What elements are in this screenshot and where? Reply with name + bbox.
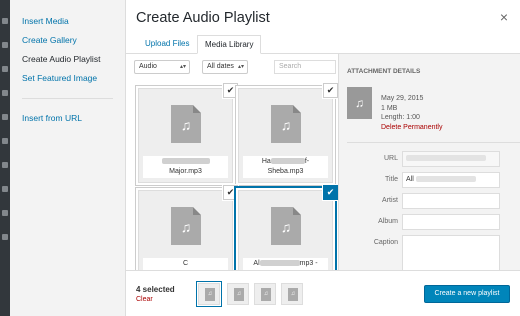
audio-file-icon: ♫ xyxy=(271,105,301,143)
media-modal: Insert Media Create Gallery Create Audio… xyxy=(10,0,520,316)
selection-thumbnail[interactable]: ♫ xyxy=(227,283,249,305)
checkmark-icon[interactable]: ✔ xyxy=(323,185,338,200)
attachment-filename: C xyxy=(143,258,228,270)
media-type-filter[interactable]: Audio ▴▾ xyxy=(134,60,190,74)
media-toolbar-bottom: 4 selected Clear ♫ ♫ ♫ ♫ Create a new pl… xyxy=(126,270,520,316)
upload-date: May 29, 2015 xyxy=(381,95,424,102)
chevron-down-icon: ▴▾ xyxy=(179,64,186,70)
attachment-filename: Major.mp3 xyxy=(143,156,228,178)
audio-file-icon: ♫ xyxy=(271,207,301,245)
attachments-grid: ♫ Major.mp3 ✔ ♫ Ha f- Sheba.mp3 ✔ ♫ C ✔ ♫ … xyxy=(126,80,338,270)
attachment-filename: Al mp3 - xyxy=(243,258,328,270)
audio-file-icon: ♫ xyxy=(205,288,215,301)
filename-line1: Al xyxy=(253,260,260,267)
tab-upload-files[interactable]: Upload Files xyxy=(138,35,196,54)
audio-file-icon: ♫ xyxy=(347,87,372,119)
audio-file-icon: ♫ xyxy=(234,288,244,301)
details-heading: ATTACHMENT DETAILS xyxy=(347,68,421,75)
menu-insert-from-url[interactable]: Insert from URL xyxy=(10,109,125,128)
audio-length: Length: 1:00 xyxy=(381,114,420,121)
filename-line2: Major.mp3 xyxy=(169,168,202,175)
checkmark-icon[interactable]: ✔ xyxy=(323,83,338,98)
attachment-details-panel: ATTACHMENT DETAILS ♫ May 29, 2015 1 MB L… xyxy=(338,54,520,270)
title-label: Title xyxy=(385,176,398,183)
redacted-text xyxy=(415,176,476,183)
attachments-toolbar: Audio ▴▾ All dates ▴▾ Search xyxy=(126,55,336,79)
media-menu: Insert Media Create Gallery Create Audio… xyxy=(10,0,126,316)
checkmark-icon[interactable]: ✔ xyxy=(223,185,238,200)
filename-line1-end: f- xyxy=(304,158,310,165)
artist-label: Artist xyxy=(382,197,398,204)
album-field[interactable] xyxy=(402,214,500,230)
search-input[interactable]: Search xyxy=(274,60,336,74)
redacted-text xyxy=(406,155,486,162)
url-label: URL xyxy=(383,155,398,162)
redacted-text xyxy=(259,260,300,267)
selection-thumbnail[interactable]: ♫ xyxy=(281,283,303,305)
menu-insert-media[interactable]: Insert Media xyxy=(10,12,125,31)
attachment-tile[interactable]: ♫ Ha f- Sheba.mp3 ✔ xyxy=(238,83,338,183)
menu-create-audio-playlist[interactable]: Create Audio Playlist xyxy=(10,50,125,69)
date-filter-value: All dates xyxy=(207,63,234,70)
menu-set-featured-image[interactable]: Set Featured Image xyxy=(10,69,125,88)
delete-permanently-link[interactable]: Delete Permanently xyxy=(381,123,442,133)
checkmark-icon[interactable]: ✔ xyxy=(223,83,238,98)
caption-label: Caption xyxy=(373,239,398,246)
audio-file-icon: ♫ xyxy=(171,105,201,143)
create-playlist-button[interactable]: Create a new playlist xyxy=(424,285,510,303)
selection-count: 4 selected xyxy=(136,285,175,294)
router-tabs: Upload Files Media Library xyxy=(126,32,520,54)
filename-line1: C xyxy=(182,260,189,267)
url-field[interactable] xyxy=(402,151,500,167)
attachment-tile[interactable]: ♫ Major.mp3 ✔ xyxy=(138,83,238,183)
close-icon[interactable]: × xyxy=(500,9,508,25)
album-label: Album xyxy=(378,218,398,225)
chevron-down-icon: ▴▾ xyxy=(237,64,244,70)
attachment-filename: Ha f- Sheba.mp3 xyxy=(243,156,328,178)
details-separator xyxy=(347,142,520,143)
modal-title: Create Audio Playlist xyxy=(136,10,270,26)
artist-field[interactable] xyxy=(402,193,500,209)
attachment-tile[interactable]: ♫ Al mp3 - ✔ xyxy=(238,185,338,270)
audio-file-icon: ♫ xyxy=(261,288,271,301)
caption-field[interactable] xyxy=(402,235,500,270)
filename-line2: Sheba.mp3 xyxy=(267,168,304,175)
menu-separator xyxy=(22,98,113,99)
attachment-meta: May 29, 2015 1 MB Length: 1:00 Delete Pe… xyxy=(381,94,442,132)
filename-line1: Ha xyxy=(261,158,271,165)
redacted-text xyxy=(270,158,305,165)
date-filter[interactable]: All dates ▴▾ xyxy=(202,60,248,74)
file-size: 1 MB xyxy=(381,104,398,112)
selection-thumbnail[interactable]: ♫ xyxy=(198,283,220,305)
title-field[interactable]: All xyxy=(402,172,500,188)
audio-file-icon: ♫ xyxy=(288,288,298,301)
attachment-tile[interactable]: ♫ C ✔ xyxy=(138,185,238,270)
audio-file-icon: ♫ xyxy=(171,207,201,245)
filename-line1-end: mp3 - xyxy=(299,260,318,267)
admin-menu-strip xyxy=(0,0,10,316)
clear-selection-link[interactable]: Clear xyxy=(136,296,153,303)
redacted-text xyxy=(161,158,210,165)
title-value: All xyxy=(406,176,414,183)
media-type-value: Audio xyxy=(139,63,157,70)
menu-create-gallery[interactable]: Create Gallery xyxy=(10,31,125,50)
tab-media-library[interactable]: Media Library xyxy=(197,35,262,54)
selection-thumbnail[interactable]: ♫ xyxy=(254,283,276,305)
